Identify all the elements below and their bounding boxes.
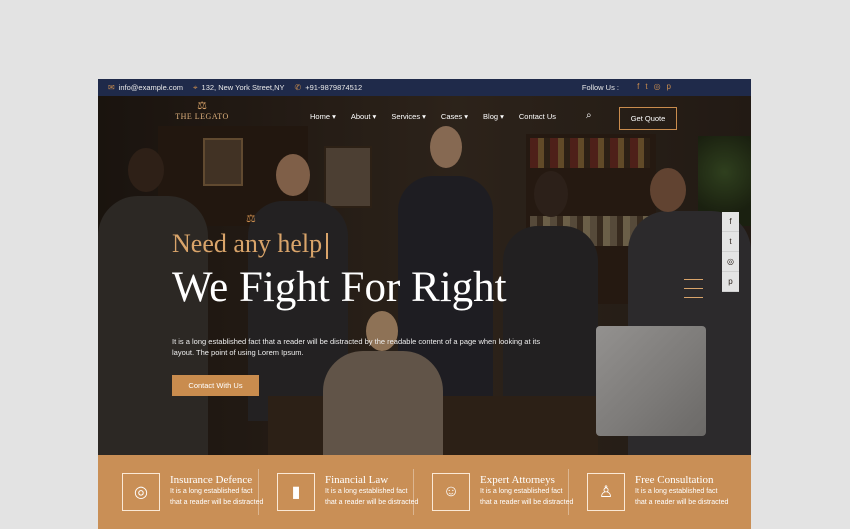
feature-free-consultation[interactable]: ♙ Free Consultation It is a long establi… [563, 455, 728, 529]
twitter-icon[interactable]: t [645, 82, 647, 91]
side-instagram-icon[interactable]: ◎ [722, 252, 739, 272]
phone-text: +91-9879874512 [305, 83, 363, 92]
consultant-icon: ♙ [587, 473, 625, 511]
facebook-icon[interactable]: f [637, 82, 639, 91]
scales-icon: ⚖ [246, 213, 256, 225]
slider-indicator[interactable] [684, 279, 703, 306]
hero-section: ⚖ THE LEGATO Home ▾ About ▾ Services ▾ C… [98, 96, 751, 455]
logo-text: THE LEGATO [175, 112, 229, 121]
email-contact[interactable]: ✉ info@example.com [108, 83, 183, 92]
location-icon: ⌖ [193, 82, 198, 92]
feature-insurance-defence[interactable]: ◎ Insurance Defence It is a long establi… [98, 455, 263, 529]
search-icon[interactable]: ⌕ [586, 110, 592, 121]
nav-services[interactable]: Services ▾ [391, 112, 426, 121]
side-facebook-icon[interactable]: f [722, 212, 739, 232]
instagram-icon[interactable]: ◎ [654, 82, 661, 91]
site-logo[interactable]: ⚖ THE LEGATO [172, 100, 232, 130]
text-cursor [326, 233, 329, 260]
mail-icon: ✉ [108, 83, 115, 92]
feature-expert-attorneys[interactable]: ☺ Expert Attorneys It is a long establis… [408, 455, 573, 529]
insurance-icon: ◎ [122, 473, 160, 511]
feature-title: Insurance Defence [170, 474, 253, 486]
hero-tagline: Need any help [172, 229, 329, 260]
feature-title: Financial Law [325, 474, 389, 486]
side-twitter-icon[interactable]: t [722, 232, 739, 252]
feature-text: It is a long established fact that a rea… [325, 488, 419, 506]
top-bar: ✉ info@example.com ⌖ 132, New York Street,… [98, 79, 751, 96]
side-pinterest-icon[interactable]: p [722, 272, 739, 292]
address-contact: ⌖ 132, New York Street,NY [193, 83, 284, 93]
get-quote-button[interactable]: Get Quote [619, 107, 677, 130]
hero-headline: We Fight For Right [172, 264, 507, 311]
main-nav: Home ▾ About ▾ Services ▾ Cases ▾ Blog ▾… [310, 112, 556, 121]
topbar-socials: f t ◎ p [637, 82, 671, 91]
pinterest-icon[interactable]: p [667, 82, 671, 91]
nav-contact[interactable]: Contact Us [519, 112, 556, 121]
feature-text: It is a long established fact that a rea… [635, 488, 729, 506]
feature-title: Free Consultation [635, 474, 714, 486]
feature-text: It is a long established fact that a rea… [480, 488, 574, 506]
features-band: ◎ Insurance Defence It is a long establi… [98, 455, 751, 529]
side-social-bar: f t ◎ p [722, 212, 739, 292]
feature-title: Expert Attorneys [480, 474, 555, 486]
nav-about[interactable]: About ▾ [351, 112, 376, 121]
nav-blog[interactable]: Blog ▾ [483, 112, 504, 121]
contact-with-us-button[interactable]: Contact With Us [172, 375, 259, 396]
site-frame: ✉ info@example.com ⌖ 132, New York Street,… [98, 79, 751, 529]
follow-label: Follow Us : [581, 83, 619, 92]
hero-description: It is a long established fact that a rea… [172, 337, 541, 357]
hero-tagline-text: Need any help [172, 229, 323, 258]
feature-text: It is a long established fact that a rea… [170, 488, 264, 506]
phone-icon: ✆ [294, 83, 302, 92]
phone-contact[interactable]: ✆ +91-9879874512 [295, 83, 363, 92]
email-text: info@example.com [118, 83, 184, 92]
address-text: 132, New York Street,NY [201, 83, 285, 92]
logo-crest-icon: ⚖ [197, 100, 207, 112]
chart-icon: ▮ [277, 473, 315, 511]
feature-financial-law[interactable]: ▮ Financial Law It is a long established… [253, 455, 418, 529]
nav-cases[interactable]: Cases ▾ [441, 112, 468, 121]
attorney-icon: ☺ [432, 473, 470, 511]
nav-home[interactable]: Home ▾ [310, 112, 336, 121]
